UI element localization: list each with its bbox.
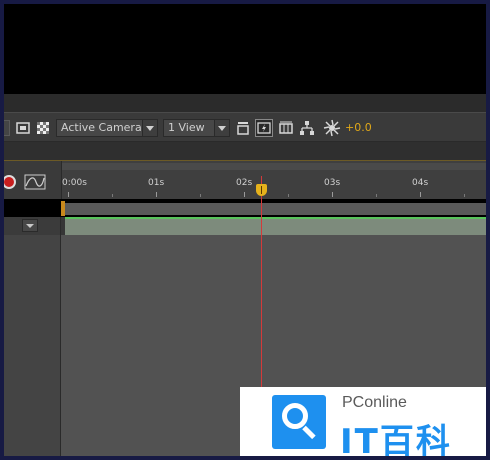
ruler-tick <box>332 192 333 197</box>
work-area-start-handle[interactable] <box>61 201 65 216</box>
graph-editor-icon[interactable] <box>24 174 46 190</box>
ruler-tick <box>244 192 245 197</box>
ruler-label-1: 01s <box>148 178 165 188</box>
composition-viewer[interactable] <box>4 4 486 94</box>
ruler-minor-tick <box>200 194 201 197</box>
search-icon <box>272 395 326 449</box>
camera-select-value: Active Camera <box>61 121 142 134</box>
timeline-header <box>4 142 486 161</box>
camera-select[interactable]: Active Camera <box>56 119 158 137</box>
layer-mode-dropdown[interactable] <box>22 219 38 232</box>
resolution-button[interactable] <box>4 120 10 136</box>
flowchart-icon[interactable] <box>298 119 316 137</box>
view-layout-value: 1 View <box>168 121 205 134</box>
work-area-bar[interactable] <box>62 163 486 170</box>
layout-icon[interactable] <box>234 119 252 137</box>
ruler-minor-tick <box>112 194 113 197</box>
transparency-grid-icon[interactable] <box>34 119 52 137</box>
current-time-indicator-handle[interactable] <box>256 184 267 196</box>
layer-row[interactable] <box>4 217 486 235</box>
ruler-tick <box>68 192 69 197</box>
ruler-label-2: 02s <box>236 178 253 188</box>
ruler-tick <box>156 192 157 197</box>
ruler-minor-tick <box>464 194 465 197</box>
fast-preview-icon[interactable] <box>255 119 273 137</box>
ruler-minor-tick <box>376 194 377 197</box>
watermark-brand-big: IT百科 <box>340 422 452 456</box>
3d-view-icon[interactable] <box>277 119 295 137</box>
layer-duration-bar[interactable] <box>65 217 486 235</box>
time-ruler[interactable]: 0:00s 01s 02s 03s 04s <box>61 161 486 199</box>
region-of-interest-icon[interactable] <box>14 119 32 137</box>
watermark: PConline IT百科 <box>240 387 486 456</box>
chevron-down-icon <box>214 120 229 136</box>
chevron-down-icon <box>142 120 157 136</box>
timeline-ruler-row: 0:00s 01s 02s 03s 04s <box>4 161 486 216</box>
time-navigator-bar[interactable] <box>61 203 486 215</box>
watermark-brand-small: PConline <box>342 394 407 411</box>
ruler-minor-tick <box>288 194 289 197</box>
viewer-status-strip <box>4 94 486 112</box>
layer-list-panel <box>4 235 61 456</box>
ruler-tick <box>420 192 421 197</box>
ruler-label-0: 0:00s <box>62 178 87 188</box>
viewer-toolbar: Active Camera 1 View +0.0 <box>4 112 486 142</box>
app-frame: Active Camera 1 View +0.0 0:00s 01s 02s … <box>4 4 486 456</box>
ruler-label-3: 03s <box>324 178 341 188</box>
layer-controls <box>4 217 61 235</box>
ruler-label-4: 04s <box>412 178 429 188</box>
timeline-switches-panel <box>4 161 61 199</box>
view-layout-select[interactable]: 1 View <box>163 119 230 137</box>
exposure-icon[interactable] <box>323 119 341 137</box>
record-icon[interactable] <box>4 175 16 189</box>
exposure-value[interactable]: +0.0 <box>345 121 372 134</box>
